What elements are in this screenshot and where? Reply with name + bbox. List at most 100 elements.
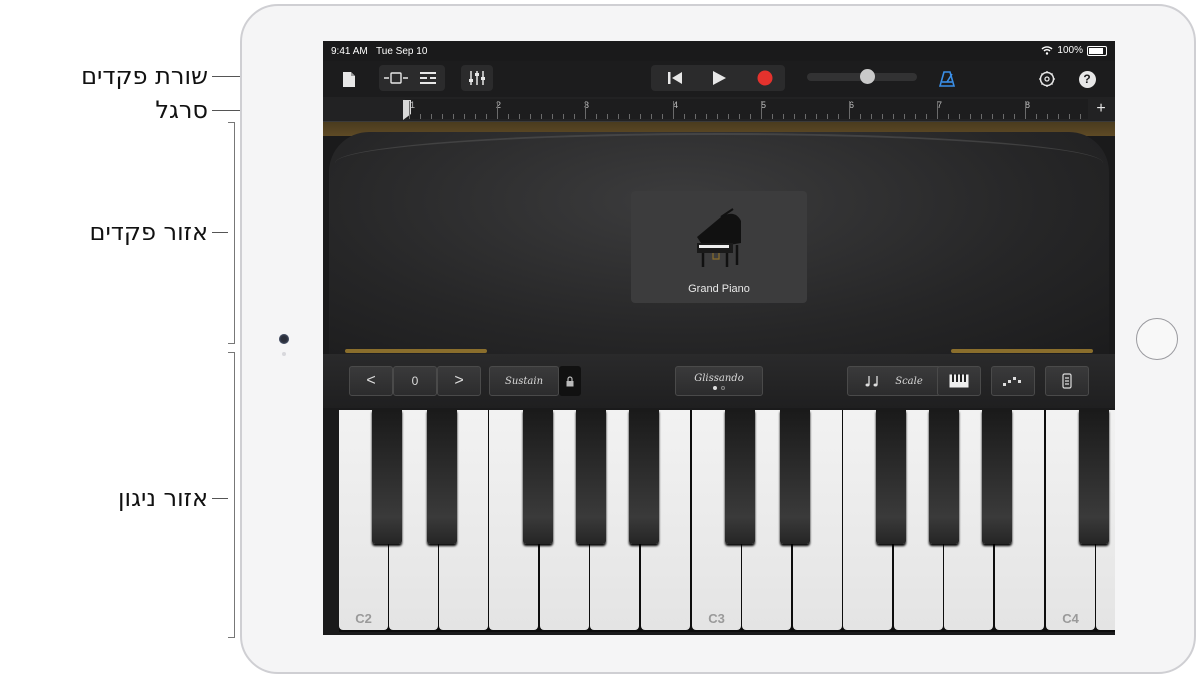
instrument-name: Grand Piano <box>688 283 750 295</box>
black-key[interactable] <box>929 410 959 544</box>
ruler-tick <box>662 114 663 119</box>
status-bar: 9:41 AM Tue Sep 10 100% <box>323 41 1115 61</box>
instrument-view-button[interactable] <box>381 67 411 89</box>
bracket-controls-area <box>228 122 235 344</box>
document-button[interactable] <box>337 67 361 91</box>
status-time-date: 9:41 AM Tue Sep 10 <box>331 46 427 57</box>
gold-trim-left <box>345 349 487 353</box>
ruler-tick <box>1058 114 1059 119</box>
piano-keys-icon <box>949 374 969 388</box>
status-date: Tue Sep 10 <box>376 46 428 57</box>
help-icon: ? <box>1078 70 1096 88</box>
sustain-lock-button[interactable] <box>559 366 581 396</box>
ruler-tick <box>860 114 861 119</box>
black-key[interactable] <box>876 410 906 544</box>
battery-percent: 100% <box>1057 45 1083 56</box>
ruler-tick <box>475 114 476 119</box>
ruler-tick <box>519 114 520 119</box>
ruler-tick <box>596 114 597 119</box>
front-camera <box>279 334 289 344</box>
ruler-tick <box>1003 114 1004 119</box>
play-area-keyboard: C2 C3 C4 <box>339 410 1115 632</box>
mixer-button[interactable] <box>461 65 493 91</box>
ruler-tick <box>827 114 828 119</box>
black-key[interactable] <box>982 410 1012 544</box>
ruler-tick <box>728 114 729 119</box>
wifi-icon <box>1041 46 1053 55</box>
control-bar: ? <box>323 61 1115 97</box>
bracket-play-area <box>228 352 235 638</box>
sensor-dot <box>282 352 286 356</box>
keyboard-layout-button[interactable] <box>937 366 981 396</box>
scale-button[interactable]: Scale <box>847 366 941 396</box>
ruler[interactable]: 1 2 3 4 5 6 7 8 + <box>323 97 1115 122</box>
ruler-tick <box>926 114 927 119</box>
lock-icon <box>566 375 574 386</box>
ruler-tick <box>673 101 674 119</box>
settings-button[interactable] <box>1035 67 1059 91</box>
ruler-tick <box>607 114 608 119</box>
ruler-tick <box>431 114 432 119</box>
ruler-tick <box>541 114 542 119</box>
ruler-tick <box>1080 114 1081 119</box>
ruler-tick <box>409 101 410 119</box>
tracks-icon <box>420 72 436 84</box>
black-key[interactable] <box>576 410 606 544</box>
page-indicator <box>713 385 725 390</box>
callout-ruler: סרגל <box>155 96 208 124</box>
status-time: 9:41 AM <box>331 46 368 57</box>
leader-play-area <box>212 498 228 499</box>
screen: 9:41 AM Tue Sep 10 100% ? 1 2 3 4 5 6 7 … <box>323 41 1115 635</box>
black-key[interactable] <box>372 410 402 544</box>
octave-down-button[interactable]: < <box>349 366 393 396</box>
note-velocity-button[interactable] <box>1045 366 1089 396</box>
sustain-button[interactable]: Sustain <box>489 366 559 396</box>
rewind-button[interactable] <box>657 67 693 89</box>
record-button[interactable] <box>747 67 783 89</box>
play-button[interactable] <box>701 67 737 89</box>
ruler-tick <box>959 114 960 119</box>
ruler-tick <box>871 114 872 119</box>
home-button[interactable] <box>1136 318 1178 360</box>
ruler-tick <box>486 114 487 119</box>
black-key[interactable] <box>1079 410 1109 544</box>
ruler-bar-1: 1 <box>410 100 416 110</box>
add-section-button[interactable]: + <box>1091 99 1111 119</box>
ruler-tick <box>904 114 905 119</box>
glissando-button[interactable]: Glissando <box>675 366 763 396</box>
ruler-tick <box>1036 114 1037 119</box>
ruler-tick <box>585 101 586 119</box>
octave-up-button[interactable]: > <box>437 366 481 396</box>
ruler-tick <box>453 114 454 119</box>
black-key[interactable] <box>629 410 659 544</box>
ruler-tick <box>717 114 718 119</box>
black-key[interactable] <box>725 410 755 544</box>
ruler-tick <box>772 114 773 119</box>
metronome-button[interactable] <box>935 67 959 91</box>
ruler-tick <box>970 114 971 119</box>
ruler-tick <box>530 114 531 119</box>
glissando-label: Glissando <box>694 372 744 384</box>
scale-label: Scale <box>895 375 923 387</box>
instrument-browser-button[interactable]: Grand Piano <box>631 191 807 303</box>
callout-control-bar: שורת פקדים <box>81 62 208 90</box>
black-key[interactable] <box>780 410 810 544</box>
page-dot-active <box>713 385 717 390</box>
arpeggiator-button[interactable] <box>991 366 1035 396</box>
ruler-tick <box>981 114 982 119</box>
ruler-tick <box>805 114 806 119</box>
ruler-tick <box>761 101 762 119</box>
play-icon <box>713 71 726 85</box>
master-volume-knob[interactable] <box>860 69 875 84</box>
black-key[interactable] <box>427 410 457 544</box>
notes-icon <box>865 376 878 387</box>
ruler-tick <box>1047 114 1048 119</box>
callout-controls-area: אזור פקדים <box>89 218 208 246</box>
rewind-icon <box>668 72 682 84</box>
ruler-tick <box>783 114 784 119</box>
ruler-tick <box>794 114 795 119</box>
gold-trim-right <box>951 349 1093 353</box>
black-key[interactable] <box>523 410 553 544</box>
help-button[interactable]: ? <box>1075 67 1099 91</box>
tracks-view-button[interactable] <box>413 67 443 89</box>
